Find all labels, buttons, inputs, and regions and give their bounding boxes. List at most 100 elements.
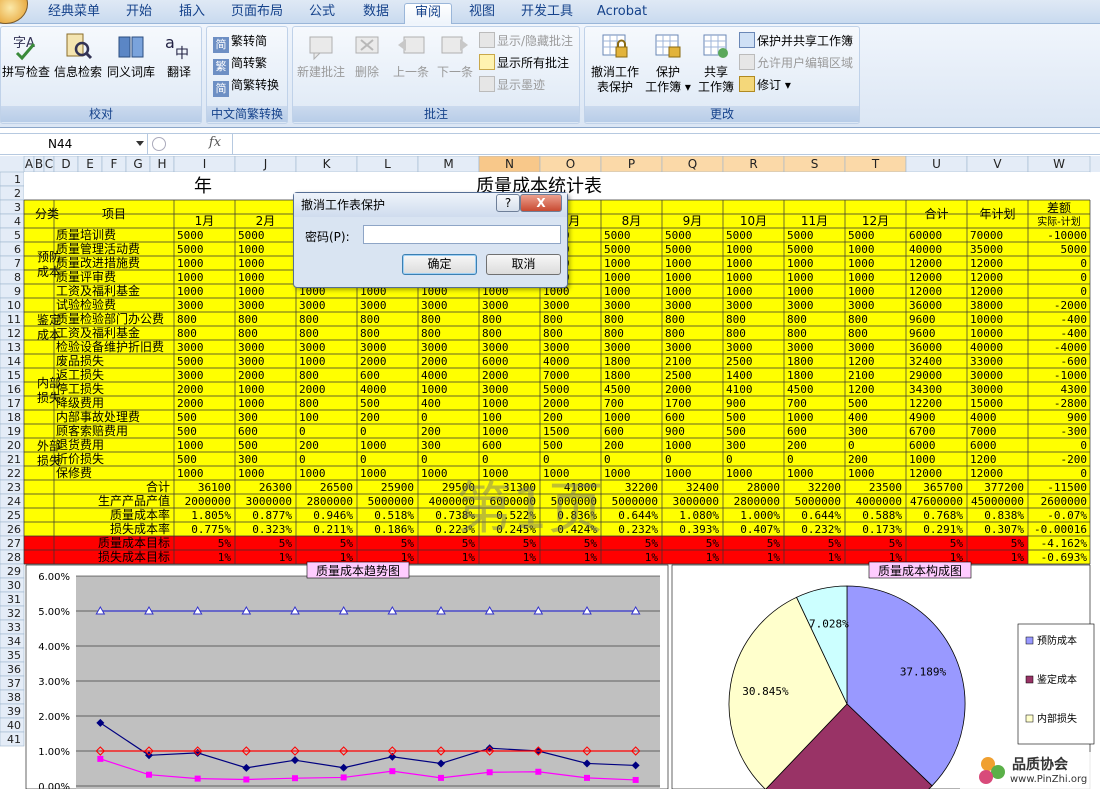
row-header-label[interactable]: 32	[7, 607, 21, 620]
chinese-convert-button[interactable]: 简简繁转换	[213, 75, 279, 97]
row-header-label[interactable]: 29	[7, 565, 21, 578]
data-cell[interactable]: 4000	[543, 355, 570, 368]
data-cell[interactable]: 200	[360, 411, 380, 424]
data-cell[interactable]: 5000	[787, 229, 814, 242]
total-cell[interactable]: 12000	[909, 257, 942, 270]
plan-cell[interactable]: 38000	[970, 299, 1003, 312]
row-header-label[interactable]: 14	[7, 355, 21, 368]
summary-cell[interactable]: 0.173%	[862, 523, 902, 536]
summary-cell[interactable]: 1%	[218, 551, 232, 564]
summary-cell[interactable]: 1.000%	[740, 509, 780, 522]
summary-cell[interactable]: 5000000	[368, 495, 414, 508]
summary-plan-cell[interactable]: 45000000	[971, 495, 1024, 508]
data-cell[interactable]: 5000	[787, 243, 814, 256]
column-header-label[interactable]: I	[203, 157, 207, 171]
data-cell[interactable]: 5000	[604, 243, 631, 256]
column-header-label[interactable]: J	[263, 157, 268, 171]
data-cell[interactable]: 1000	[848, 285, 875, 298]
row-header-label[interactable]: 24	[7, 495, 21, 508]
summary-cell[interactable]: 0.232%	[618, 523, 658, 536]
name-box[interactable]: N44	[0, 134, 148, 154]
total-cell[interactable]: 12200	[909, 397, 942, 410]
data-cell[interactable]: 2000	[238, 369, 265, 382]
data-cell[interactable]: 1000	[665, 285, 692, 298]
data-cell[interactable]: 400	[421, 397, 441, 410]
show-ink-button[interactable]: 显示墨迹	[479, 75, 545, 95]
data-cell[interactable]: 1000	[299, 355, 326, 368]
data-cell[interactable]: 5000	[177, 243, 204, 256]
row-header-label[interactable]: 10	[7, 299, 21, 312]
insert-function-button[interactable]: fx	[200, 135, 230, 153]
column-header-label[interactable]: U	[932, 157, 941, 171]
summary-cell[interactable]: 28000	[747, 481, 780, 494]
data-cell[interactable]: 800	[543, 313, 563, 326]
row-header-label[interactable]: 11	[7, 313, 21, 326]
data-cell[interactable]: 2000	[299, 383, 326, 396]
data-cell[interactable]: 1000	[238, 397, 265, 410]
data-cell[interactable]: 1000	[238, 257, 265, 270]
data-cell[interactable]: 500	[543, 439, 563, 452]
data-cell[interactable]: 800	[360, 327, 380, 340]
data-cell[interactable]: 500	[177, 425, 197, 438]
summary-cell[interactable]: 0.775%	[191, 523, 231, 536]
data-cell[interactable]: 600	[604, 425, 624, 438]
unprotect-sheet-button[interactable]: 撤消工作 表保护	[587, 31, 643, 95]
data-cell[interactable]: 5000	[848, 229, 875, 242]
data-cell[interactable]: 1000	[177, 285, 204, 298]
diff-cell[interactable]: 0	[1080, 257, 1087, 270]
plan-cell[interactable]: 40000	[970, 341, 1003, 354]
data-cell[interactable]: 1000	[787, 257, 814, 270]
data-cell[interactable]: 800	[482, 327, 502, 340]
diff-cell[interactable]: -2800	[1054, 397, 1087, 410]
plan-cell[interactable]: 6000	[970, 439, 997, 452]
plan-cell[interactable]: 12000	[970, 257, 1003, 270]
data-cell[interactable]: 0	[421, 453, 428, 466]
data-cell[interactable]: 300	[238, 453, 258, 466]
data-cell[interactable]: 3000	[238, 341, 265, 354]
translate-button[interactable]: a中 翻译	[157, 31, 201, 80]
row-header-label[interactable]: 15	[7, 369, 21, 382]
data-cell[interactable]: 1000	[848, 271, 875, 284]
data-cell[interactable]: 800	[787, 327, 807, 340]
tab-formulas[interactable]: 公式	[298, 3, 346, 24]
data-cell[interactable]: 0	[421, 411, 428, 424]
data-cell[interactable]: 1400	[726, 369, 753, 382]
data-cell[interactable]: 1000	[421, 467, 448, 480]
column-header-label[interactable]: W	[1053, 157, 1065, 171]
column-header-label[interactable]: N	[505, 157, 514, 171]
column-header-label[interactable]: F	[111, 157, 118, 171]
data-cell[interactable]: 500	[726, 425, 746, 438]
total-cell[interactable]: 12000	[909, 285, 942, 298]
data-cell[interactable]: 0	[665, 453, 672, 466]
data-cell[interactable]: 1800	[604, 369, 631, 382]
data-cell[interactable]: 1000	[177, 257, 204, 270]
data-cell[interactable]: 3000	[604, 341, 631, 354]
summary-diff-cell[interactable]: -0.07%	[1047, 509, 1087, 522]
summary-diff-cell[interactable]: -0.00016	[1034, 523, 1087, 536]
summary-cell[interactable]: 0.393%	[679, 523, 719, 536]
row-header-label[interactable]: 8	[14, 271, 21, 284]
summary-plan-cell[interactable]: 377200	[984, 481, 1024, 494]
data-cell[interactable]: 3000	[177, 299, 204, 312]
total-cell[interactable]: 6700	[909, 425, 936, 438]
total-cell[interactable]: 34300	[909, 383, 942, 396]
data-cell[interactable]: 300	[238, 411, 258, 424]
show-hide-comment-button[interactable]: 显示/隐藏批注	[479, 31, 573, 51]
diff-cell[interactable]: 0	[1080, 271, 1087, 284]
data-cell[interactable]: 3000	[482, 383, 509, 396]
plan-cell[interactable]: 10000	[970, 327, 1003, 340]
data-cell[interactable]: 2500	[665, 369, 692, 382]
column-header-label[interactable]: Q	[688, 157, 697, 171]
row-header-label[interactable]: 23	[7, 481, 21, 494]
diff-cell[interactable]: 4300	[1061, 383, 1088, 396]
data-cell[interactable]: 0	[726, 453, 733, 466]
total-cell[interactable]: 9600	[909, 327, 936, 340]
data-cell[interactable]: 400	[848, 411, 868, 424]
data-cell[interactable]: 1000	[726, 257, 753, 270]
data-cell[interactable]: 500	[177, 411, 197, 424]
row-header-label[interactable]: 13	[7, 341, 21, 354]
data-cell[interactable]: 1700	[665, 397, 692, 410]
total-cell[interactable]: 36000	[909, 341, 942, 354]
data-cell[interactable]: 1200	[848, 383, 875, 396]
data-cell[interactable]: 2100	[665, 355, 692, 368]
